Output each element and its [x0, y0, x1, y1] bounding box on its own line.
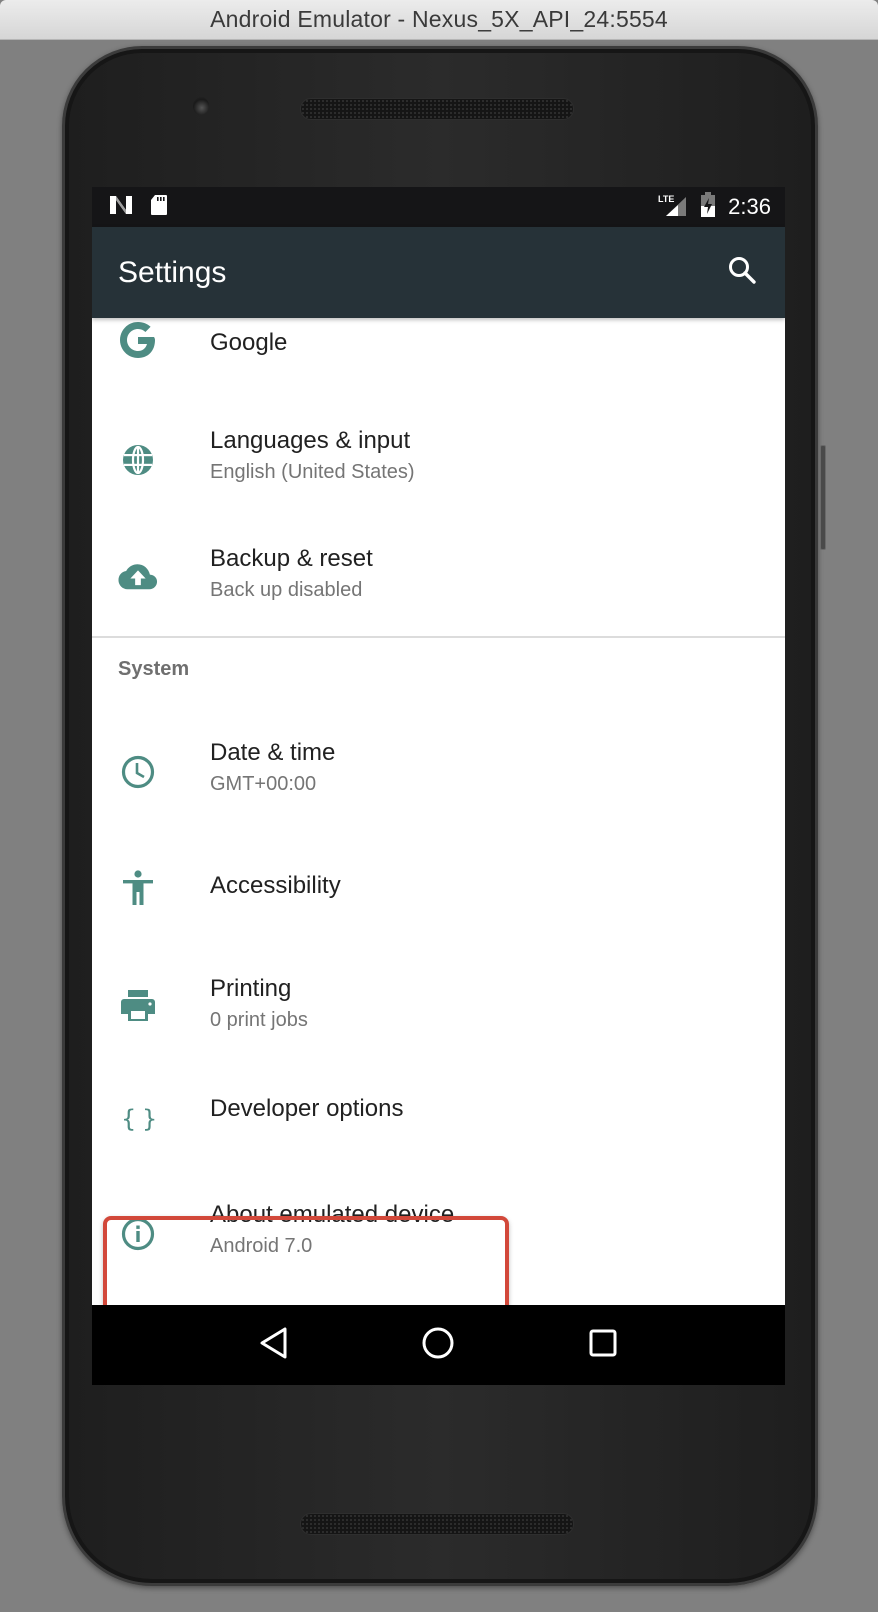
window-title: Android Emulator - Nexus_5X_API_24:5554	[210, 6, 668, 32]
device-screen: LTE 2:36 Settings Google Languages & inp…	[92, 187, 785, 1385]
search-button[interactable]	[725, 256, 759, 290]
item-subtitle: GMT+00:00	[210, 773, 317, 795]
settings-item-languages[interactable]: Languages & input English (United States…	[92, 398, 785, 516]
item-subtitle: English (United States)	[210, 461, 415, 483]
settings-item-printing[interactable]: Printing 0 print jobs	[92, 946, 785, 1064]
settings-item-accessibility[interactable]: Accessibility	[92, 828, 785, 946]
settings-item-date-time[interactable]: Date & time GMT+00:00	[92, 710, 785, 828]
lte-signal-icon: LTE	[658, 193, 688, 222]
home-button[interactable]	[413, 1320, 463, 1370]
recents-icon	[588, 1328, 618, 1363]
status-clock: 2:36	[728, 194, 771, 219]
item-title: Printing	[210, 975, 292, 1002]
recents-button[interactable]	[578, 1320, 628, 1370]
search-icon	[727, 255, 757, 290]
status-bar: LTE 2:36	[92, 187, 785, 227]
settings-list: Google Languages & input English (United…	[92, 318, 785, 1319]
item-title: Date & time	[210, 739, 336, 766]
earpiece-speaker	[300, 98, 574, 120]
network-type-label: LTE	[658, 194, 674, 204]
sd-card-icon	[150, 194, 168, 221]
item-title: Developer options	[210, 1095, 404, 1122]
item-title: Languages & input	[210, 427, 411, 454]
settings-item-about[interactable]: About emulated device Android 7.0	[92, 1182, 785, 1300]
info-icon	[118, 1214, 158, 1254]
section-header-system: System	[118, 658, 190, 680]
app-toolbar: Settings	[92, 227, 785, 318]
google-g-icon	[118, 320, 158, 360]
clock-icon	[118, 752, 158, 792]
home-icon	[421, 1326, 455, 1365]
back-icon	[259, 1327, 289, 1364]
power-button[interactable]	[820, 445, 826, 550]
printer-icon	[118, 986, 158, 1026]
front-camera	[193, 97, 209, 115]
section-divider	[92, 636, 785, 638]
svg-text:{: {	[121, 1105, 136, 1133]
item-subtitle: 0 print jobs	[210, 1009, 308, 1031]
page-title: Settings	[118, 255, 227, 289]
item-subtitle: Android 7.0	[210, 1235, 313, 1257]
svg-text:}: }	[142, 1105, 155, 1133]
globe-icon	[118, 440, 158, 480]
navigation-bar	[92, 1305, 785, 1385]
settings-item-developer-options[interactable]: { } Developer options	[92, 1064, 785, 1182]
cloud-upload-icon	[118, 558, 158, 598]
item-title: Accessibility	[210, 872, 341, 899]
window-title-bar: Android Emulator - Nexus_5X_API_24:5554	[0, 0, 878, 40]
accessibility-icon	[118, 868, 158, 908]
battery-charging-icon	[700, 191, 716, 223]
android-n-icon	[108, 194, 134, 221]
settings-item-backup[interactable]: Backup & reset Back up disabled	[92, 516, 785, 634]
bottom-speaker	[300, 1513, 574, 1535]
back-button[interactable]	[249, 1320, 299, 1370]
settings-item-google[interactable]: Google	[92, 318, 785, 398]
item-title: Google	[210, 329, 288, 356]
item-title: About emulated device	[210, 1201, 455, 1228]
braces-icon: { }	[118, 1100, 158, 1140]
item-title: Backup & reset	[210, 545, 373, 572]
item-subtitle: Back up disabled	[210, 579, 363, 601]
